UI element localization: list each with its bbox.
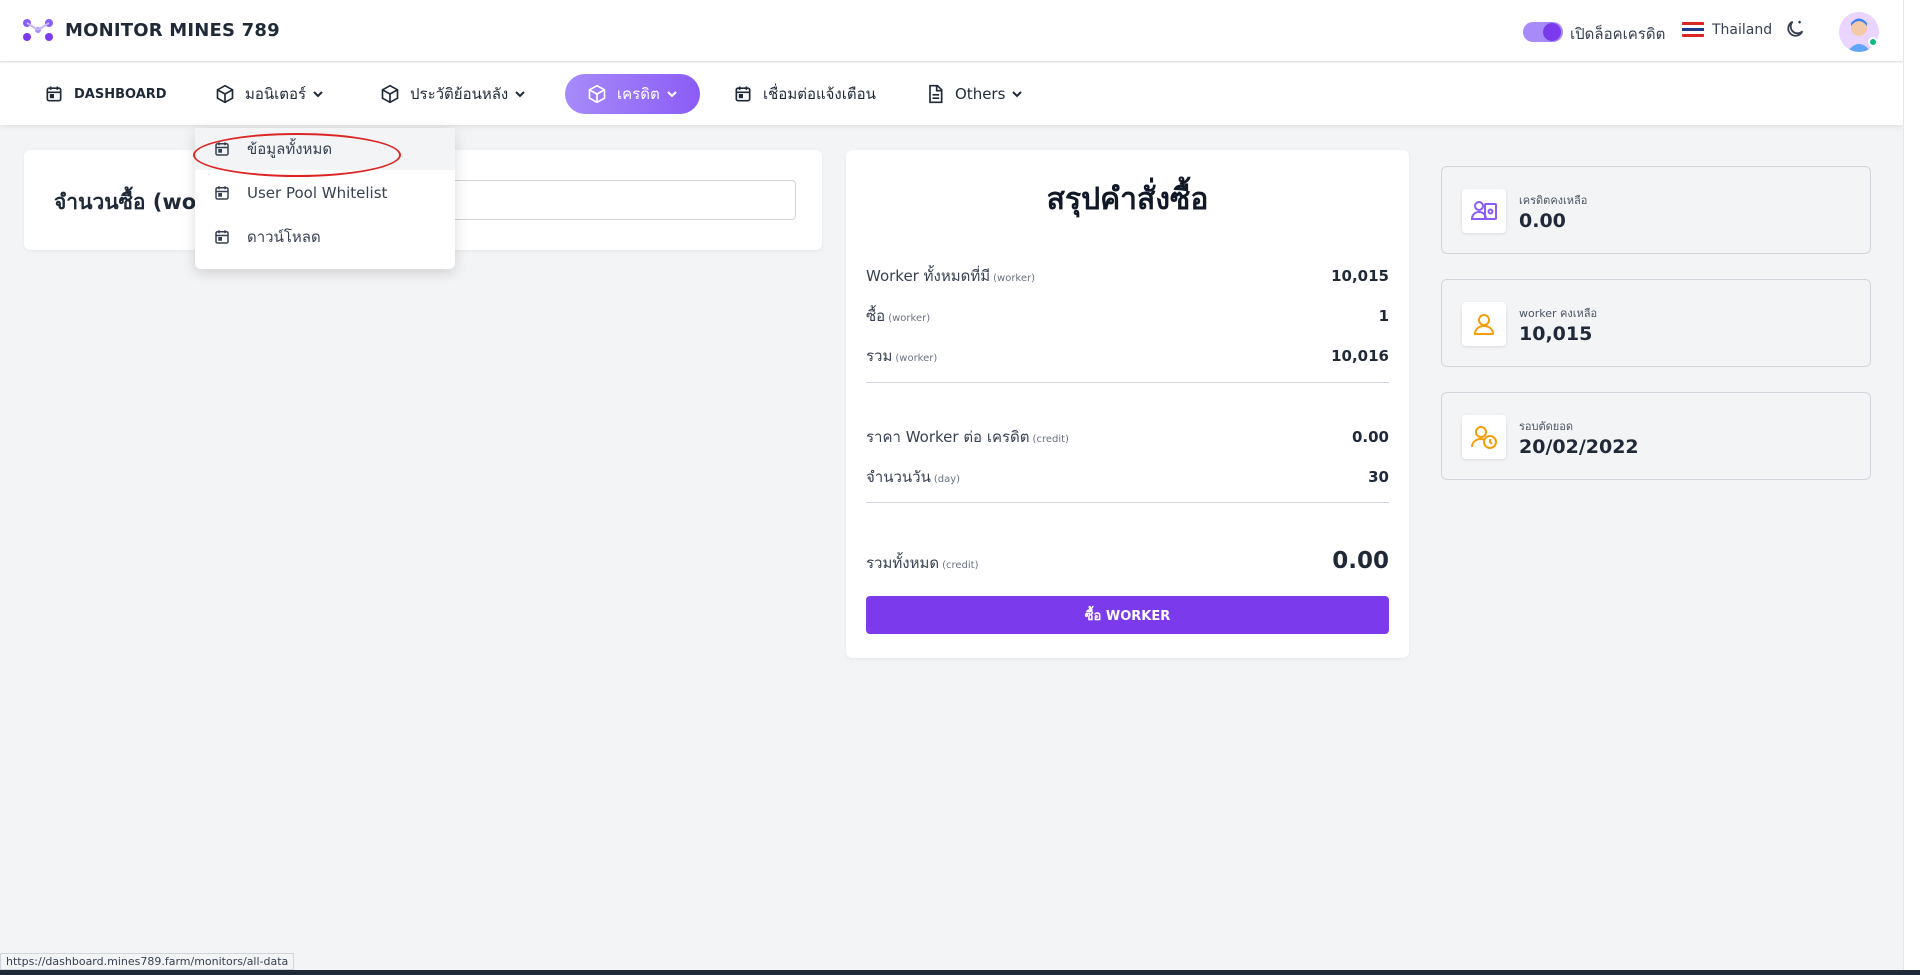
summary-row-value: 30 (1368, 468, 1389, 486)
summary-row: จำนวนวัน (day) 30 (866, 465, 1389, 489)
calendar-icon (215, 186, 229, 200)
cube-icon (216, 84, 234, 104)
summary-row: Worker ทั้งหมดที่มี (worker) 10,015 (866, 264, 1389, 288)
calendar-icon (46, 86, 62, 102)
highlight-annotation-ring (193, 133, 401, 177)
summary-title: สรุปคำสั่งซื้อ (1046, 182, 1209, 217)
summary-row-label: ซื้อ (worker) (866, 307, 931, 325)
nav-history[interactable]: ประวัติย้อนหลัง (380, 74, 526, 114)
stat-label: รอบตัดยอด (1519, 420, 1573, 433)
user-icon (1462, 302, 1506, 346)
stat-value: 20/02/2022 (1519, 436, 1639, 458)
summary-row: รวม (worker) 10,016 (866, 344, 1389, 368)
cube-icon (588, 84, 606, 104)
language-selector[interactable]: Thailand (1712, 22, 1772, 38)
stat-value: 10,015 (1519, 323, 1593, 345)
summary-row-value: 10,015 (1331, 267, 1389, 285)
nav-history-label: ประวัติย้อนหลัง (410, 85, 509, 103)
nav-monitor-label: มอนิเตอร์ (245, 85, 307, 103)
chevron-down-icon (666, 91, 677, 98)
summary-total-value: 0.00 (1332, 548, 1389, 574)
summary-row: ราคา Worker ต่อ เครดิต (credit) 0.00 (866, 425, 1389, 449)
summary-row-label: รวม (worker) (866, 347, 938, 365)
dropdown-item-user-pool-whitelist[interactable]: User Pool Whitelist (195, 172, 455, 214)
divider (866, 382, 1389, 383)
nav-others[interactable]: Others (925, 74, 1023, 114)
toggle-knob (1543, 23, 1561, 41)
taskbar-edge (0, 970, 1920, 975)
logo-icon[interactable] (22, 18, 54, 42)
app-title[interactable]: MONITOR MINES 789 (65, 20, 280, 41)
document-icon (929, 84, 943, 104)
summary-row-label: จำนวนวัน (day) (866, 468, 961, 486)
nav-notify[interactable]: เชื่อมต่อแจ้งเตือน (733, 74, 876, 114)
summary-row-value: 1 (1378, 307, 1389, 325)
status-url: https://dashboard.mines789.farm/monitors… (0, 953, 295, 970)
thailand-flag-icon[interactable] (1682, 22, 1704, 37)
calendar-icon (215, 230, 229, 244)
divider (866, 502, 1389, 503)
main-nav: DASHBOARD มอนิเตอร์ ประวัติย้อนหลัง เครด… (0, 63, 1903, 125)
nav-credit[interactable]: เครดิต (565, 74, 700, 114)
credit-lock-toggle[interactable] (1523, 22, 1563, 42)
stat-card-credit-balance: เครดิตคงเหลือ 0.00 (1441, 166, 1871, 254)
chevron-down-icon (1012, 91, 1023, 98)
chevron-down-icon (313, 91, 323, 98)
online-status-dot (1868, 37, 1878, 47)
stat-label: worker คงเหลือ (1519, 307, 1598, 320)
summary-row-value: 10,016 (1331, 347, 1389, 365)
summary-row-label: ราคา Worker ต่อ เครดิต (credit) (866, 428, 1069, 446)
nav-dashboard[interactable]: DASHBOARD (44, 74, 167, 114)
summary-row-value: 0.00 (1351, 428, 1389, 446)
calendar-icon (735, 86, 751, 102)
summary-total-label: รวมทั้งหมด (credit) (866, 554, 979, 572)
credit-lock-label: เปิดล็อคเครดิต (1570, 25, 1666, 43)
dark-mode-moon-icon[interactable] (1784, 18, 1806, 40)
nav-others-label: Others (955, 85, 1006, 103)
summary-total-row: รวมทั้งหมด (credit) 0.00 (866, 548, 1389, 575)
dropdown-item-label: ดาวน์โหลด (247, 228, 321, 246)
nav-credit-label: เครดิต (617, 85, 660, 103)
vertical-scrollbar[interactable] (1903, 0, 1920, 970)
user-clock-icon (1462, 415, 1506, 459)
top-header: MONITOR MINES 789 เปิดล็อคเครดิต Thailan… (0, 0, 1903, 62)
nav-notify-label: เชื่อมต่อแจ้งเตือน (763, 85, 876, 103)
dropdown-item-download[interactable]: ดาวน์โหลด (195, 216, 455, 258)
nav-dashboard-label: DASHBOARD (74, 86, 167, 102)
stat-label: เครดิตคงเหลือ (1519, 194, 1588, 207)
summary-row: ซื้อ (worker) 1 (866, 304, 1389, 328)
dropdown-item-label: User Pool Whitelist (247, 184, 388, 202)
buy-worker-button[interactable]: ซื้อ WORKER (866, 596, 1389, 634)
chevron-down-icon (515, 91, 525, 98)
stat-card-worker-balance: worker คงเหลือ 10,015 (1441, 279, 1871, 367)
stat-card-cutoff-date: รอบตัดยอด 20/02/2022 (1441, 392, 1871, 480)
stat-value: 0.00 (1519, 210, 1566, 232)
summary-row-label: Worker ทั้งหมดที่มี (worker) (866, 267, 1036, 285)
cube-icon (381, 84, 399, 104)
order-summary-card: สรุปคำสั่งซื้อ Worker ทั้งหมดที่มี (worke… (846, 150, 1409, 658)
wallet-icon (1462, 189, 1506, 233)
nav-monitor[interactable]: มอนิเตอร์ (215, 74, 324, 114)
